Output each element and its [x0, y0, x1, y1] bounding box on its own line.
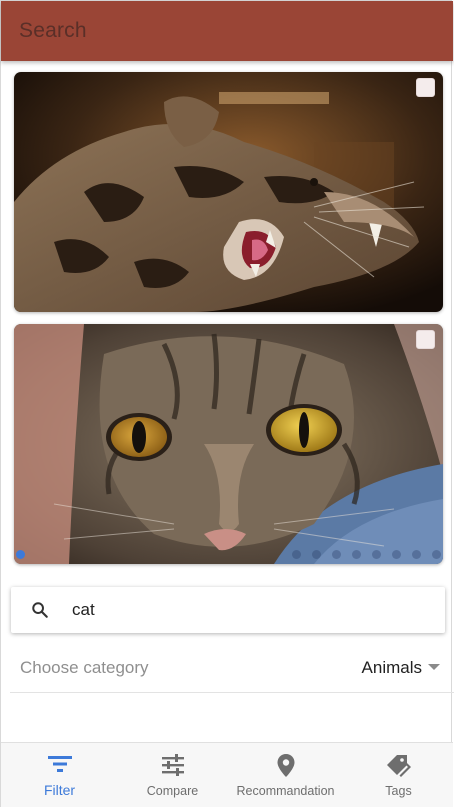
leopard-photo — [14, 72, 443, 312]
filter-icon — [47, 756, 72, 772]
nav-label-tags: Tags — [385, 784, 412, 798]
nav-label-filter: Filter — [43, 782, 76, 798]
carousel-dot[interactable] — [292, 550, 301, 559]
category-label: Choose category — [20, 658, 149, 677]
carousel-dot-active[interactable] — [16, 550, 25, 559]
sliders-icon — [161, 754, 184, 776]
nav-label-recommandation: Recommandation — [236, 784, 335, 798]
nav-item-compare[interactable]: Compare — [116, 743, 229, 807]
nav-item-recommandation[interactable]: Recommandation — [229, 743, 342, 807]
search-field[interactable]: cat — [11, 587, 445, 633]
card-select-checkbox[interactable] — [416, 78, 435, 97]
carousel-page-indicator — [14, 549, 443, 559]
bottom-navigation: Filter Compare Recommandation Tags — [1, 742, 453, 807]
carousel-dot[interactable] — [372, 550, 381, 559]
nav-item-filter[interactable]: Filter — [3, 743, 116, 807]
nav-item-tags[interactable]: Tags — [342, 743, 454, 807]
app-bar-search-title[interactable]: Search — [19, 19, 87, 43]
carousel-dot[interactable] — [412, 550, 421, 559]
carousel-dot[interactable] — [332, 550, 341, 559]
carousel-dot[interactable] — [312, 550, 321, 559]
location-pin-icon — [277, 754, 294, 777]
search-icon — [32, 602, 48, 618]
carousel-dot[interactable] — [432, 550, 441, 559]
category-selected-value[interactable]: Animals — [362, 658, 422, 678]
tag-icon — [386, 755, 411, 777]
nav-label-compare: Compare — [146, 784, 199, 798]
app-bar: Search — [1, 1, 453, 61]
category-selector[interactable]: Choose category Animals — [10, 644, 454, 693]
cat-photo — [14, 324, 443, 564]
photo-card-cat[interactable] — [14, 324, 443, 564]
carousel-dot[interactable] — [392, 550, 401, 559]
photo-card-leopard[interactable] — [14, 72, 443, 312]
card-select-checkbox[interactable] — [416, 330, 435, 349]
search-query-text[interactable]: cat — [72, 600, 95, 620]
carousel-dot[interactable] — [352, 550, 361, 559]
dropdown-caret-icon[interactable] — [428, 664, 440, 670]
